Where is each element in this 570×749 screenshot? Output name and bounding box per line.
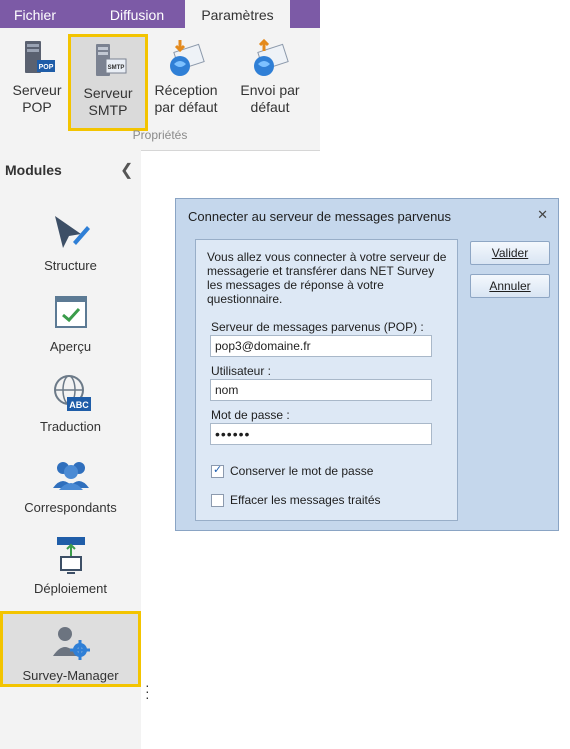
preview-window-icon	[51, 293, 91, 333]
smtp-server-label: Serveur SMTP	[83, 85, 133, 118]
default-receive-button[interactable]: Réception par défaut	[150, 34, 222, 124]
server-label: Serveur de messages parvenus (POP) :	[211, 320, 424, 334]
pop-server-button[interactable]: POP Serveur POP	[6, 34, 68, 124]
module-traduction[interactable]: ABC Traduction	[0, 373, 141, 453]
keep-password-label: Conserver le mot de passe	[230, 464, 374, 478]
pop-server-label: Serveur POP	[12, 82, 62, 115]
default-send-label: Envoi par défaut	[240, 82, 300, 115]
splitter-grip-icon[interactable]: · · ·	[145, 678, 150, 704]
user-input[interactable]: nom	[210, 379, 432, 401]
module-deploiement-label: Déploiement	[34, 581, 107, 596]
pop-server-icon: POP	[17, 38, 57, 78]
svg-text:SMTP: SMTP	[108, 65, 125, 71]
delete-processed-option[interactable]: Effacer les messages traités	[211, 493, 381, 507]
module-structure-label: Structure	[44, 258, 97, 273]
module-correspondants-label: Correspondants	[24, 500, 117, 515]
deploy-network-icon	[51, 535, 91, 575]
validate-button[interactable]: Valider	[470, 241, 550, 265]
close-icon[interactable]: ✕	[537, 207, 548, 223]
module-survey-manager-label: Survey-Manager	[22, 668, 119, 683]
dialog-form-panel: Vous allez vous connecter à votre serveu…	[195, 239, 458, 521]
module-survey-manager[interactable]: Survey-Manager	[0, 611, 141, 687]
mail-receive-icon	[166, 38, 206, 78]
svg-text:POP: POP	[39, 64, 54, 71]
password-input[interactable]: ••••••	[210, 423, 432, 445]
mail-send-icon	[250, 38, 290, 78]
user-label: Utilisateur :	[211, 364, 272, 378]
tab-diffusion[interactable]: Diffusion	[94, 0, 180, 28]
ribbon-group-label: Propriétés	[132, 128, 188, 142]
delete-processed-checkbox[interactable]	[211, 493, 224, 507]
cancel-button[interactable]: Annuler	[470, 274, 550, 298]
module-apercu-label: Aperçu	[49, 339, 92, 354]
module-traduction-label: Traduction	[40, 419, 101, 434]
globe-abc-icon: ABC	[51, 373, 91, 413]
tab-fichier[interactable]: Fichier	[0, 0, 70, 28]
module-deploiement[interactable]: Déploiement	[0, 535, 141, 615]
pop-connect-dialog: Connecter au serveur de messages parvenu…	[175, 198, 559, 531]
password-label: Mot de passe :	[211, 408, 290, 422]
server-input[interactable]: pop3@domaine.fr	[210, 335, 432, 357]
collapse-chevron-icon[interactable]: ❮	[120, 160, 133, 180]
dialog-title: Connecter au serveur de messages parvenu…	[188, 209, 452, 224]
svg-text:ABC: ABC	[69, 400, 89, 410]
user-gear-icon	[51, 622, 91, 662]
structure-pen-icon	[51, 212, 91, 252]
module-apercu[interactable]: Aperçu	[0, 293, 141, 373]
module-correspondants[interactable]: Correspondants	[0, 454, 141, 534]
default-send-button[interactable]: Envoi par défaut	[234, 34, 306, 124]
tab-parametres[interactable]: Paramètres	[185, 0, 290, 28]
ribbon-panel: POP Serveur POP SMTP Serveur SMTP Récept…	[0, 28, 320, 151]
keep-password-option[interactable]: Conserver le mot de passe	[211, 463, 374, 478]
sidebar-title: Modules	[5, 162, 62, 178]
ribbon-tab-bar: Fichier Diffusion Paramètres	[0, 0, 320, 28]
contacts-people-icon	[51, 454, 91, 494]
smtp-server-button[interactable]: SMTP Serveur SMTP	[68, 34, 148, 131]
module-structure[interactable]: Structure	[0, 212, 141, 292]
keep-password-checkbox[interactable]	[211, 463, 224, 478]
delete-processed-label: Effacer les messages traités	[230, 493, 381, 507]
dialog-intro-text: Vous allez vous connecter à votre serveu…	[207, 250, 447, 306]
smtp-server-icon: SMTP	[88, 41, 128, 81]
default-receive-label: Réception par défaut	[154, 82, 218, 115]
modules-sidebar: Modules ❮ Structure Aperçu ABC Traductio…	[0, 150, 141, 749]
